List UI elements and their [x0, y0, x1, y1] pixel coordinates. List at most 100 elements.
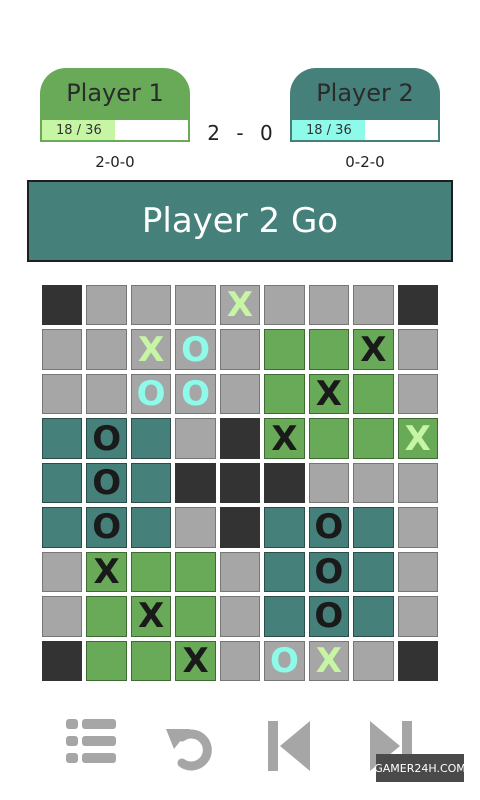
board-cell[interactable]: O — [84, 460, 129, 506]
watermark: GAMER24H.COM — [374, 754, 466, 782]
board-cell[interactable] — [351, 594, 396, 639]
board-cell[interactable] — [217, 371, 263, 417]
board-cell[interactable] — [173, 505, 218, 550]
board-cell[interactable]: O — [128, 371, 174, 417]
board-cell[interactable] — [84, 594, 129, 639]
board-cell[interactable] — [173, 594, 218, 639]
board-cell[interactable] — [395, 638, 440, 683]
board-cell[interactable] — [351, 505, 396, 550]
board-cell[interactable] — [395, 594, 440, 639]
board-cell[interactable] — [40, 505, 85, 550]
board-cell[interactable]: X — [306, 638, 352, 683]
skip-to-start-icon[interactable] — [260, 715, 320, 775]
board-cell[interactable] — [217, 638, 263, 683]
board-cell[interactable] — [395, 549, 440, 595]
board-cell[interactable] — [217, 505, 263, 550]
board-cell[interactable] — [306, 416, 352, 461]
board-cell[interactable]: X — [306, 371, 352, 417]
board-cell[interactable] — [128, 460, 174, 506]
board-cell[interactable] — [217, 416, 263, 461]
board-cell[interactable]: X — [395, 416, 440, 461]
board-cell[interactable] — [40, 460, 85, 506]
board-cell[interactable] — [351, 283, 396, 328]
board-cell[interactable] — [173, 549, 218, 595]
board-cell[interactable] — [128, 549, 174, 595]
o-mark: O — [181, 329, 210, 370]
board-cell[interactable] — [217, 327, 263, 372]
board-cell[interactable] — [262, 549, 307, 595]
board-cell[interactable] — [262, 505, 307, 550]
board-cell[interactable] — [217, 549, 263, 595]
board-cell[interactable] — [262, 460, 307, 506]
player1-record: 2-0-0 — [95, 153, 135, 171]
board-cell[interactable]: O — [306, 505, 352, 550]
o-mark: O — [269, 640, 299, 681]
board-cell[interactable] — [84, 371, 129, 417]
board-cell[interactable] — [84, 283, 129, 328]
board-cell[interactable] — [40, 371, 85, 417]
board-cell[interactable] — [351, 371, 396, 417]
board-cell[interactable]: O — [84, 416, 129, 461]
board-cell[interactable] — [84, 638, 129, 683]
board-cell[interactable]: O — [84, 505, 129, 550]
board-cell[interactable] — [128, 505, 174, 550]
board-cell[interactable]: X — [351, 327, 396, 372]
board-cell[interactable]: O — [173, 327, 218, 372]
board-cell[interactable]: X — [262, 416, 307, 461]
board-cell[interactable] — [217, 594, 263, 639]
x-mark: X — [315, 640, 342, 681]
score: 2 - 0 — [207, 121, 273, 145]
board-cell[interactable] — [40, 638, 85, 683]
board-cell[interactable] — [395, 460, 440, 506]
board-cell[interactable] — [351, 416, 396, 461]
list-menu-icon[interactable] — [62, 715, 122, 775]
board-cell[interactable] — [262, 283, 307, 328]
board-cell[interactable] — [40, 283, 85, 328]
board-cell[interactable] — [128, 416, 174, 461]
board-cell[interactable] — [40, 549, 85, 595]
board-cell[interactable] — [262, 371, 307, 417]
player2-card: Player 2 18 / 36 — [290, 68, 440, 146]
board-cell[interactable]: X — [128, 594, 174, 639]
board-cell[interactable] — [306, 460, 352, 506]
player2-progress-text: 18 / 36 — [306, 123, 352, 138]
board-cell[interactable] — [128, 638, 174, 683]
board-cell[interactable] — [173, 460, 218, 506]
board-cell[interactable] — [351, 638, 396, 683]
board-cell[interactable] — [128, 283, 174, 328]
board-cell[interactable] — [351, 549, 396, 595]
player2-name: Player 2 — [290, 68, 440, 118]
board-cell[interactable] — [217, 460, 263, 506]
board-cell[interactable] — [84, 327, 129, 372]
board-cell[interactable]: X — [128, 327, 174, 372]
player1-name: Player 1 — [40, 68, 190, 118]
board-cell[interactable] — [173, 283, 218, 328]
board-cell[interactable] — [306, 327, 352, 372]
board-cell[interactable] — [262, 327, 307, 372]
x-mark: X — [182, 640, 209, 681]
x-mark: X — [271, 418, 298, 459]
undo-icon[interactable] — [160, 715, 220, 775]
player2-record: 0-2-0 — [345, 153, 385, 171]
o-mark: O — [314, 551, 344, 592]
board-cell[interactable]: O — [306, 549, 352, 595]
board-cell[interactable]: X — [217, 283, 263, 328]
board-cell[interactable] — [395, 505, 440, 550]
board-cell[interactable] — [395, 283, 440, 328]
board-cell[interactable] — [40, 594, 85, 639]
board-cell[interactable] — [306, 283, 352, 328]
x-mark: X — [137, 596, 165, 637]
board-cell[interactable] — [395, 371, 440, 417]
board-cell[interactable] — [262, 594, 307, 639]
board-cell[interactable] — [351, 460, 396, 506]
o-mark: O — [314, 507, 344, 548]
board-cell[interactable] — [40, 416, 85, 461]
board-cell[interactable]: O — [173, 371, 218, 417]
board-cell[interactable]: O — [306, 594, 352, 639]
board-cell[interactable] — [395, 327, 440, 372]
board-cell[interactable] — [40, 327, 85, 372]
board-cell[interactable] — [173, 416, 218, 461]
board-cell[interactable]: O — [262, 638, 307, 683]
board-cell[interactable]: X — [173, 638, 218, 683]
board-cell[interactable]: X — [84, 549, 129, 595]
